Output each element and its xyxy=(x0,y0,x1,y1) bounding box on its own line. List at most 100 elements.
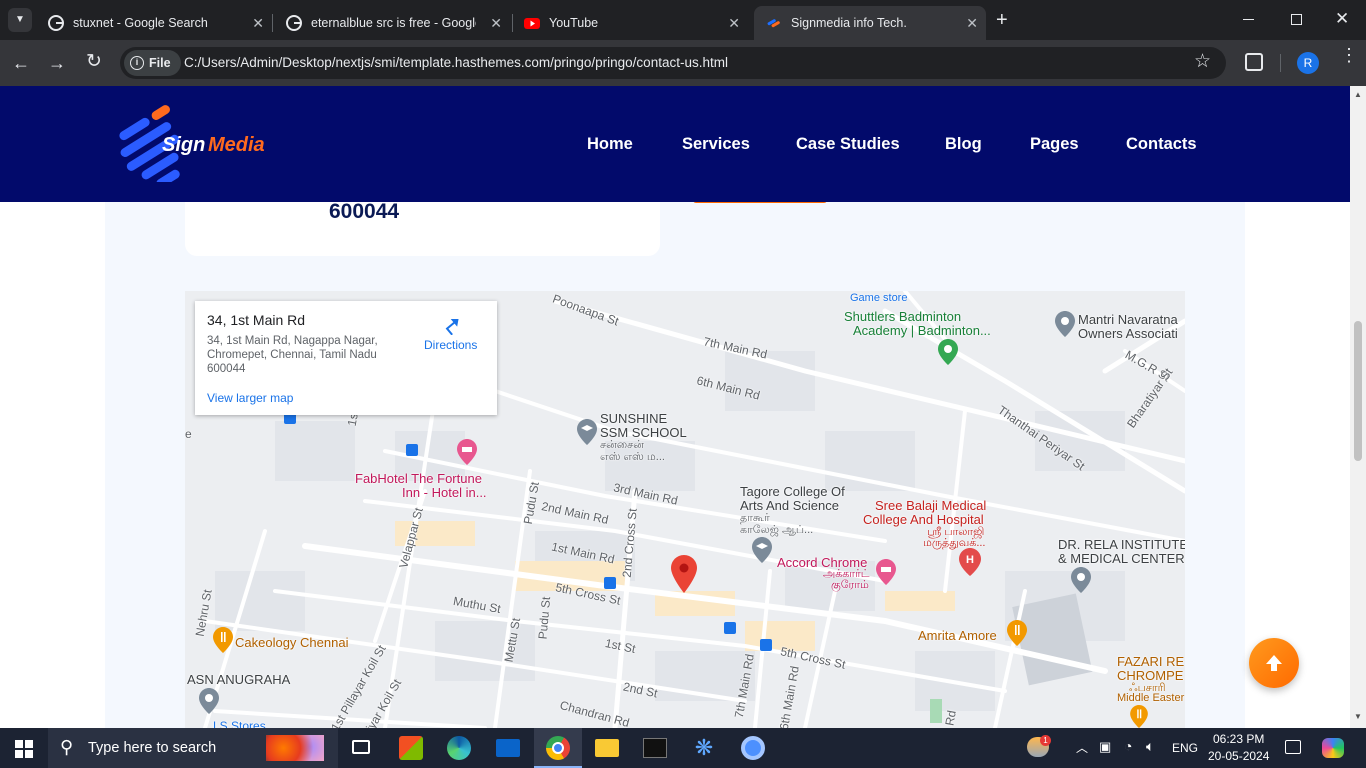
notification-icon[interactable] xyxy=(1285,740,1301,754)
show-hidden-icons-chevron[interactable]: ︿ xyxy=(1076,739,1088,756)
volume-icon[interactable]: 🔈︎ xyxy=(1146,738,1154,755)
menu-kebab-icon[interactable]: ⋮ xyxy=(1340,46,1358,64)
chrome-icon[interactable] xyxy=(546,736,570,760)
extensions-icon[interactable] xyxy=(1245,53,1263,71)
close-icon[interactable]: ✕ xyxy=(728,15,740,31)
place-marker-icon[interactable] xyxy=(1055,311,1075,337)
map-label-sunshine: SUNSHINE xyxy=(600,411,668,426)
profile-avatar[interactable]: R xyxy=(1297,52,1319,74)
directions-icon[interactable] xyxy=(440,313,462,335)
close-icon[interactable]: ✕ xyxy=(490,15,502,31)
close-icon[interactable]: ✕ xyxy=(252,15,264,31)
nav-contacts[interactable]: Contacts xyxy=(1126,135,1197,154)
tab-google-search[interactable]: stuxnet - Google Search ✕ xyxy=(40,6,272,40)
mail-icon[interactable] xyxy=(496,739,520,757)
scrollbar-thumb[interactable] xyxy=(1354,321,1362,461)
place-marker-icon[interactable] xyxy=(1071,567,1091,593)
nav-case-studies[interactable]: Case Studies xyxy=(796,135,900,154)
clock-date[interactable]: 20-05-2024 xyxy=(1208,749,1269,763)
file-explorer-icon[interactable] xyxy=(595,739,619,757)
clock-time[interactable]: 06:23 PM xyxy=(1213,732,1264,746)
forward-arrow-icon[interactable]: → xyxy=(48,54,66,72)
tab-eternalblue[interactable]: eternalblue src is free - Google ✕ xyxy=(278,6,510,40)
bus-stop-icon[interactable] xyxy=(724,622,736,634)
vscode-icon[interactable]: ❋ xyxy=(692,736,716,760)
reload-icon[interactable]: ↻ xyxy=(86,52,102,71)
tab-divider xyxy=(512,14,513,32)
wifi-icon[interactable]: ◔ xyxy=(1124,738,1132,754)
taskbar-search-box[interactable]: ⚲ Type here to search xyxy=(48,728,338,768)
bus-stop-icon[interactable] xyxy=(604,577,616,589)
address-bar[interactable]: i File C:/Users/Admin/Desktop/nextjs/smi… xyxy=(120,47,1226,79)
restore-button[interactable] xyxy=(1291,14,1302,25)
sports-marker-icon[interactable] xyxy=(938,339,958,365)
map-label-rd: Rd xyxy=(942,709,959,727)
map-label-fazari: FAZARI RE xyxy=(1117,654,1185,669)
school-marker-icon[interactable] xyxy=(752,537,772,563)
browser-tab-bar: ▼ stuxnet - Google Search ✕ eternalblue … xyxy=(0,0,1366,40)
map-label-balaji-2: College And Hospital xyxy=(863,512,984,527)
map-label-mantri: Mantri Navaratna xyxy=(1078,312,1178,327)
page-scrollbar[interactable]: ▲ ▼ xyxy=(1350,86,1366,728)
logo-word-media: Media xyxy=(208,134,265,156)
close-window-button[interactable]: ✕ xyxy=(1335,9,1349,29)
chromium-icon[interactable] xyxy=(741,736,765,760)
scroll-down-arrow[interactable]: ▼ xyxy=(1354,712,1362,721)
map-label-sunshine-4: எஸ் எஸ் ம... xyxy=(600,451,665,463)
terminal-icon[interactable] xyxy=(643,738,667,758)
device-icon[interactable]: ▣ xyxy=(1099,739,1111,755)
location-pin-icon[interactable] xyxy=(671,555,697,593)
restaurant-marker-icon[interactable] xyxy=(213,627,233,653)
nav-pages[interactable]: Pages xyxy=(1030,135,1079,154)
task-view-icon[interactable] xyxy=(352,740,370,754)
site-icon xyxy=(767,19,780,28)
google-map-embed[interactable]: Game store Shuttlers Badminton Academy |… xyxy=(185,291,1185,728)
site-logo[interactable]: Sign Media xyxy=(118,102,283,182)
microsoft-store-icon[interactable] xyxy=(399,736,423,760)
map-label-cakeology: Cakeology Chennai xyxy=(235,635,349,650)
tab-search-button[interactable]: ▼ xyxy=(8,8,32,32)
back-arrow-icon[interactable]: ← xyxy=(12,54,30,72)
search-icon: ⚲ xyxy=(60,737,74,757)
minimize-button[interactable] xyxy=(1243,19,1254,20)
school-marker-icon[interactable] xyxy=(577,419,597,445)
windows-start-icon[interactable] xyxy=(15,740,33,758)
hospital-marker-icon[interactable]: H xyxy=(959,548,981,576)
close-icon[interactable]: ✕ xyxy=(966,15,978,31)
url-text[interactable]: C:/Users/Admin/Desktop/nextjs/smi/templa… xyxy=(184,55,728,70)
tab-youtube[interactable]: YouTube ✕ xyxy=(516,6,748,40)
map-label-game-store: Game store xyxy=(850,292,908,304)
map-label-ls-stores: LS Stores xyxy=(213,719,266,728)
edge-icon[interactable] xyxy=(447,736,471,760)
map-label-rela: DR. RELA INSTITUTE xyxy=(1058,537,1185,552)
map-label-fazari-2: CHROMPE xyxy=(1117,668,1184,683)
bus-stop-icon[interactable] xyxy=(406,444,418,456)
chrome-center xyxy=(552,742,564,754)
copilot-icon[interactable] xyxy=(1322,738,1344,758)
site-info-chip[interactable]: i File xyxy=(124,50,181,76)
hotel-marker-icon[interactable] xyxy=(876,559,896,585)
map-label-tagore-2: Arts And Science xyxy=(740,498,839,513)
nav-blog[interactable]: Blog xyxy=(945,135,982,154)
scroll-to-top-button[interactable] xyxy=(1249,638,1299,688)
directions-link[interactable]: Directions xyxy=(424,338,477,352)
youtube-icon xyxy=(524,18,540,29)
scroll-up-arrow[interactable]: ▲ xyxy=(1354,90,1362,99)
tab-signmedia[interactable]: Signmedia info Tech. ✕ xyxy=(754,6,986,40)
place-marker-icon[interactable] xyxy=(199,688,219,714)
map-label-sunshine-2: SSM SCHOOL xyxy=(600,425,687,440)
weather-badge: 1 xyxy=(1040,735,1051,746)
view-larger-map-link[interactable]: View larger map xyxy=(207,391,293,405)
bus-stop-icon[interactable] xyxy=(760,639,772,651)
language-indicator[interactable]: ENG xyxy=(1172,741,1198,755)
nav-home[interactable]: Home xyxy=(587,135,633,154)
map-place-card: 34, 1st Main Rd 34, 1st Main Rd, Nagappa… xyxy=(195,301,497,415)
new-tab-button[interactable]: + xyxy=(996,8,1008,32)
nav-services[interactable]: Services xyxy=(682,135,750,154)
bookmark-star-icon[interactable]: ☆ xyxy=(1194,52,1211,71)
google-icon xyxy=(286,15,302,31)
restaurant-marker-icon[interactable] xyxy=(1007,620,1027,646)
restaurant-marker-icon[interactable] xyxy=(1129,705,1149,728)
hotel-marker-icon[interactable] xyxy=(457,439,477,465)
map-label-tagore: Tagore College Of xyxy=(740,484,845,499)
